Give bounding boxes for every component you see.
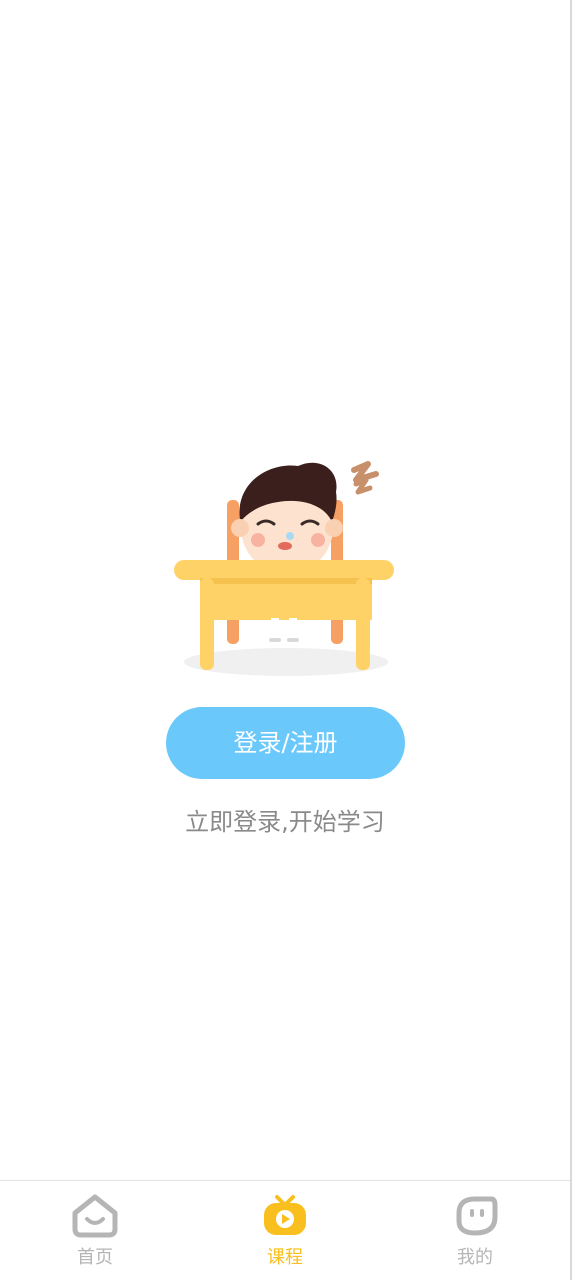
bottom-tab-bar: 首页 课程 我的 — [0, 1180, 570, 1280]
profile-icon — [456, 1196, 498, 1236]
tab-home-label: 首页 — [77, 1247, 113, 1268]
home-icon — [72, 1194, 118, 1238]
course-empty-state: 登录/注册 立即登录,开始学习 — [0, 0, 570, 1180]
tab-home[interactable]: 首页 — [0, 1181, 190, 1280]
course-tv-icon — [264, 1195, 306, 1235]
tab-course[interactable]: 课程 — [190, 1181, 380, 1280]
tab-mine-label: 我的 — [457, 1247, 493, 1268]
tab-course-label: 课程 — [267, 1247, 303, 1268]
sleeping-student-illustration — [174, 461, 394, 676]
login-register-button[interactable]: 登录/注册 — [166, 707, 405, 779]
login-hint-text: 立即登录,开始学习 — [185, 808, 385, 836]
tab-mine[interactable]: 我的 — [380, 1181, 570, 1280]
